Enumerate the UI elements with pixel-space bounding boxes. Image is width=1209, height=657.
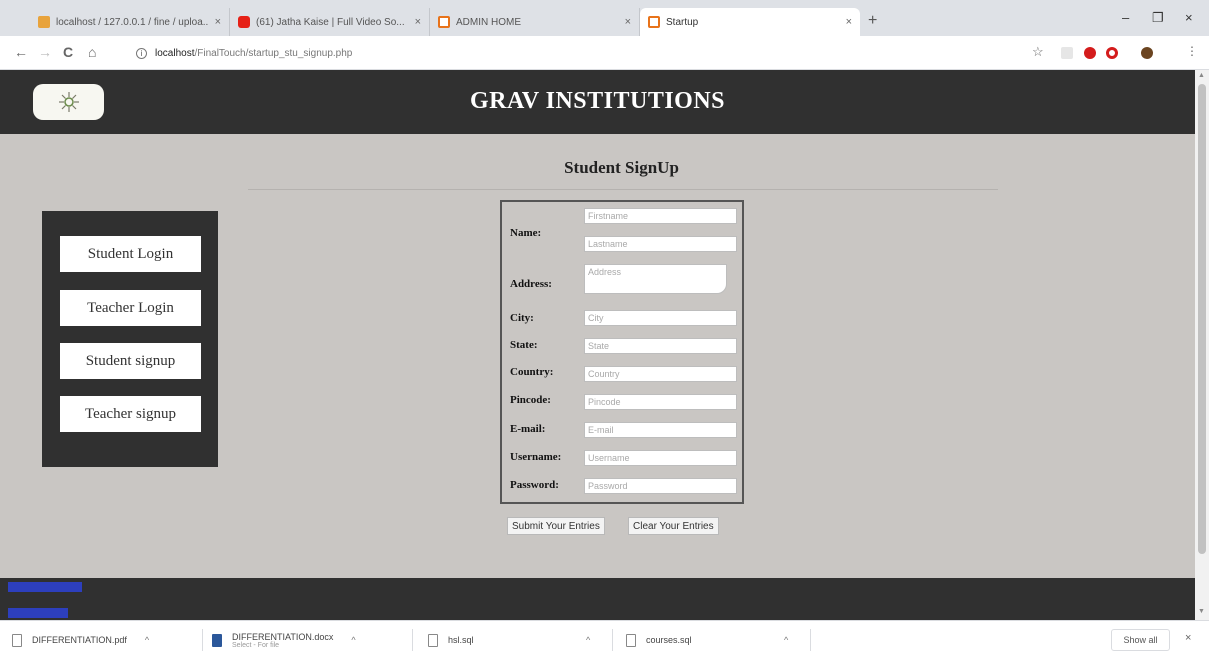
divider — [248, 189, 998, 190]
username-label: Username: — [510, 451, 562, 463]
maximize-button[interactable]: ❐ — [1152, 10, 1164, 26]
forward-button[interactable]: → — [38, 44, 52, 60]
downloads-bar: DIFFERENTIATION.pdf ^ DIFFERENTIATION.do… — [0, 620, 1209, 657]
download-item[interactable]: hsl.sql ^ — [428, 629, 590, 651]
form-title: Student SignUp — [564, 158, 679, 177]
address-label: Address: — [510, 278, 552, 290]
tab-close-icon[interactable]: × — [846, 16, 852, 28]
site-title: GRAV INSTITUTIONS — [469, 88, 726, 114]
url-host: localhost — [155, 47, 195, 59]
adblock-icon[interactable] — [1084, 47, 1096, 59]
pincode-input[interactable] — [584, 394, 737, 410]
site-footer — [0, 578, 1195, 620]
minimize-button[interactable]: – — [1122, 10, 1129, 25]
scroll-down-icon[interactable]: ▼ — [1198, 608, 1205, 615]
reload-button[interactable]: C — [63, 44, 73, 60]
divider — [612, 629, 613, 651]
address-input[interactable] — [584, 264, 727, 294]
back-button[interactable]: ← — [14, 44, 28, 60]
browser-tab-phpmyadmin[interactable]: localhost / 127.0.0.1 / fine / uploa... … — [30, 8, 230, 36]
name-label: Name: — [510, 227, 542, 239]
info-icon[interactable]: i — [136, 47, 147, 59]
address-field[interactable]: i localhost /FinalTouch/startup_stu_sign… — [136, 44, 352, 62]
youtube-icon — [238, 16, 250, 28]
sidebar-nav: Student Login Teacher Login Student sign… — [42, 211, 218, 467]
clear-button[interactable]: Clear Your Entries — [628, 517, 719, 535]
menu-icon[interactable]: ⋮ — [1186, 44, 1198, 58]
city-label: City: — [510, 312, 534, 324]
state-label: State: — [510, 339, 538, 351]
sidebar-item-teacher-signup[interactable]: Teacher signup — [60, 396, 201, 432]
download-name: courses.sql — [646, 635, 692, 645]
browser-tab-admin-home[interactable]: ADMIN HOME × — [430, 8, 640, 36]
city-input[interactable] — [584, 310, 737, 326]
page-scrollbar[interactable]: ▲ ▼ — [1195, 70, 1209, 620]
divider — [202, 629, 203, 651]
bookmark-star-icon[interactable]: ☆ — [1032, 44, 1044, 60]
page-icon — [648, 16, 660, 28]
scroll-up-icon[interactable]: ▲ — [1198, 72, 1205, 79]
email-input[interactable] — [584, 422, 737, 438]
page-content: GRAV INSTITUTIONS Student SignUp Student… — [0, 70, 1195, 620]
chevron-up-icon[interactable]: ^ — [145, 635, 149, 645]
browser-tab-startup[interactable]: Startup × — [640, 8, 860, 36]
sidebar-item-teacher-login[interactable]: Teacher Login — [60, 290, 201, 326]
country-input[interactable] — [584, 366, 737, 382]
browser-tab-youtube[interactable]: (61) Jatha Kaise | Full Video So... × — [230, 8, 430, 36]
opera-icon[interactable] — [1106, 47, 1118, 59]
download-item[interactable]: DIFFERENTIATION.docx Select - For file ^ — [212, 629, 356, 651]
chevron-up-icon[interactable]: ^ — [586, 635, 590, 645]
tab-close-icon[interactable]: × — [415, 16, 421, 28]
divider — [412, 629, 413, 651]
pdf-file-icon — [12, 633, 22, 647]
download-name: DIFFERENTIATION.pdf — [32, 635, 127, 645]
firstname-input[interactable] — [584, 208, 737, 224]
new-tab-button[interactable]: + — [868, 12, 877, 30]
tab-close-icon[interactable]: × — [215, 16, 221, 28]
submit-button[interactable]: Submit Your Entries — [507, 517, 605, 535]
download-name: DIFFERENTIATION.docx — [232, 631, 334, 642]
footer-link[interactable] — [8, 608, 68, 618]
country-label: Country: — [510, 366, 554, 378]
download-item[interactable]: DIFFERENTIATION.pdf ^ — [12, 629, 149, 651]
profile-avatar[interactable] — [1141, 47, 1153, 59]
sidebar-item-student-signup[interactable]: Student signup — [60, 343, 201, 379]
download-name: hsl.sql — [448, 635, 474, 645]
close-window-button[interactable]: × — [1185, 10, 1193, 25]
sidebar-item-student-login[interactable]: Student Login — [60, 236, 201, 272]
scrollbar-thumb[interactable] — [1198, 84, 1206, 554]
url-path: /FinalTouch/startup_stu_signup.php — [194, 47, 353, 59]
password-label: Password: — [510, 479, 559, 491]
chevron-up-icon[interactable]: ^ — [784, 635, 788, 645]
page-icon — [438, 16, 450, 28]
word-file-icon — [212, 633, 222, 647]
show-all-button[interactable]: Show all — [1111, 629, 1170, 651]
file-icon — [626, 633, 636, 647]
browser-tab-bar: localhost / 127.0.0.1 / fine / uploa... … — [0, 0, 1209, 36]
extension-icon[interactable] — [1061, 47, 1073, 59]
divider — [810, 629, 811, 651]
file-icon — [428, 633, 438, 647]
chevron-up-icon[interactable]: ^ — [351, 635, 355, 645]
close-icon[interactable]: × — [1185, 632, 1191, 644]
pincode-label: Pincode: — [510, 394, 551, 406]
download-status: Select - For file — [232, 641, 280, 649]
lastname-input[interactable] — [584, 236, 737, 252]
signup-form: Name: Address: City: State: Country: Pin… — [500, 200, 744, 504]
footer-link[interactable] — [8, 582, 82, 592]
home-button[interactable]: ⌂ — [88, 44, 96, 60]
username-input[interactable] — [584, 450, 737, 466]
tab-close-icon[interactable]: × — [625, 16, 631, 28]
email-label: E-mail: — [510, 423, 546, 435]
phpmyadmin-icon — [38, 16, 50, 28]
download-item[interactable]: courses.sql ^ — [626, 629, 788, 651]
site-header: GRAV INSTITUTIONS — [0, 70, 1195, 134]
password-input[interactable] — [584, 478, 737, 494]
state-input[interactable] — [584, 338, 737, 354]
browser-toolbar: ← → C ⌂ i localhost /FinalTouch/startup_… — [0, 36, 1209, 70]
